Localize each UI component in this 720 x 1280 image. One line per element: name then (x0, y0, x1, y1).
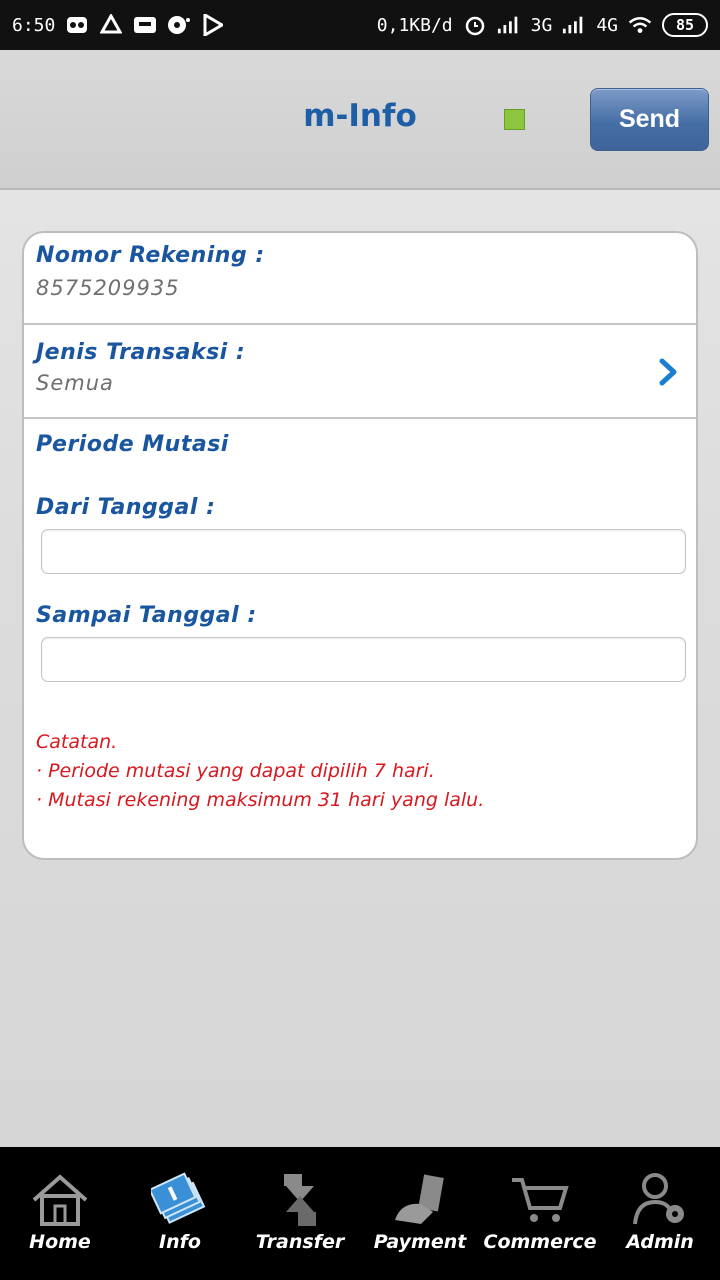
alarm-icon (463, 13, 487, 37)
notes-title: Catatan. (36, 731, 118, 753)
notes-line: · Mutasi rekening maksimum 31 hari yang … (36, 789, 485, 811)
header: m-Info Send (0, 50, 720, 190)
app-notification-icon (65, 13, 89, 37)
network-speed: 0,1KB/d (376, 14, 453, 36)
status-bar: 6:50 0,1KB/d 3G 4G 85 (0, 0, 720, 50)
bottom-nav: Home Info Transfer Payment Commerce Admi… (0, 1147, 720, 1280)
signal-icon (497, 13, 521, 37)
send-button[interactable]: Send (590, 88, 709, 151)
transaction-type-label: Jenis Transaksi : (36, 340, 246, 365)
transfer-icon (270, 1171, 330, 1229)
chevron-right-icon (656, 357, 680, 387)
transaction-type-value: Semua (36, 371, 114, 395)
transaction-type-row[interactable]: Jenis Transaksi : Semua (24, 325, 696, 419)
to-date-input[interactable] (41, 637, 686, 682)
payment-icon (390, 1171, 450, 1229)
form-card: Nomor Rekening : 8575209935 Jenis Transa… (22, 231, 698, 860)
signal-icon-2 (562, 13, 586, 37)
home-icon (30, 1171, 90, 1229)
nav-transfer-label: Transfer (255, 1231, 345, 1253)
nav-home[interactable]: Home (0, 1147, 120, 1253)
network-type-2: 4G (596, 14, 618, 36)
phone-icon (133, 13, 157, 37)
nav-home-label: Home (29, 1231, 91, 1253)
nav-commerce-label: Commerce (483, 1231, 597, 1253)
clock: 6:50 (12, 14, 56, 36)
from-date-label: Dari Tanggal : (36, 495, 216, 520)
battery-icon: 85 (662, 13, 708, 37)
wifi-icon (628, 13, 652, 37)
nav-admin-label: Admin (626, 1231, 694, 1253)
nav-payment-label: Payment (373, 1231, 467, 1253)
admin-icon (630, 1171, 690, 1229)
recycle-icon (99, 13, 123, 37)
cart-icon (510, 1171, 570, 1229)
nav-payment[interactable]: Payment (360, 1147, 480, 1253)
account-label: Nomor Rekening : (36, 243, 265, 268)
nav-commerce[interactable]: Commerce (480, 1147, 600, 1253)
play-store-icon (201, 13, 225, 37)
account-value: 8575209935 (36, 276, 180, 300)
from-date-input[interactable] (41, 529, 686, 574)
nav-transfer[interactable]: Transfer (240, 1147, 360, 1253)
connection-indicator (504, 109, 525, 130)
nav-info[interactable]: Info (120, 1147, 240, 1253)
notes: Catatan. · Periode mutasi yang dapat dip… (36, 728, 484, 815)
music-icon (167, 13, 191, 37)
to-date-label: Sampai Tanggal : (36, 603, 257, 628)
account-row: Nomor Rekening : 8575209935 (24, 233, 696, 325)
nav-admin[interactable]: Admin (600, 1147, 720, 1253)
nav-info-label: Info (159, 1231, 201, 1253)
notes-line: · Periode mutasi yang dapat dipilih 7 ha… (36, 760, 435, 782)
period-heading: Periode Mutasi (36, 432, 229, 457)
info-icon (150, 1171, 210, 1229)
network-type-1: 3G (530, 14, 553, 36)
